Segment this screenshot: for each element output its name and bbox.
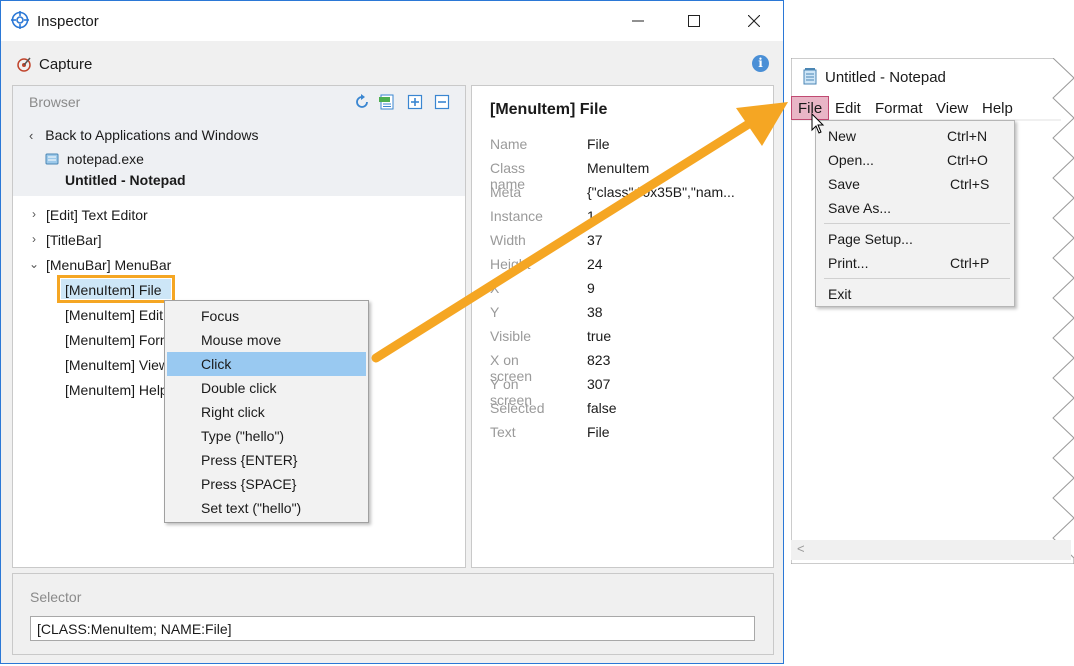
browser-title: Browser — [29, 94, 81, 110]
inspector-app-icon — [11, 11, 29, 29]
shortcut-label: Ctrl+N — [947, 128, 988, 144]
info-icon[interactable]: i — [752, 55, 769, 72]
menu-item-focus[interactable]: Focus — [167, 304, 366, 328]
selector-label: Selector — [30, 589, 82, 605]
file-menu-save-as[interactable]: Save As... — [828, 200, 891, 216]
maximize-icon — [688, 15, 700, 27]
selector-input[interactable] — [30, 616, 755, 641]
chevron-down-icon[interactable]: ⌄ — [29, 257, 39, 271]
tree-item-edit-menu[interactable]: [MenuItem] Edit — [65, 307, 163, 323]
annotation-arrow-icon — [371, 102, 788, 363]
title-bar: Inspector — [1, 1, 783, 41]
minimize-icon — [632, 20, 644, 22]
shortcut-label: Ctrl+P — [950, 255, 990, 271]
file-menu-print[interactable]: Print... — [828, 255, 868, 271]
chevron-right-icon[interactable]: › — [29, 207, 39, 221]
menu-item-mouse-move[interactable]: Mouse move — [167, 328, 366, 352]
context-menu: Focus Mouse move Click Double click Righ… — [164, 300, 369, 523]
file-menu-page-setup[interactable]: Page Setup... — [828, 231, 913, 247]
chevron-left-icon: ‹ — [29, 128, 34, 143]
shortcut-label: Ctrl+O — [947, 152, 988, 168]
menu-separator — [824, 278, 1010, 279]
notepad-title: Untitled - Notepad — [825, 69, 946, 86]
notepad-menu-help[interactable]: Help — [982, 100, 1013, 117]
back-label: Back to Applications and Windows — [45, 127, 259, 143]
window-label: Untitled - Notepad — [65, 172, 186, 188]
process-label: notepad.exe — [66, 151, 144, 167]
capture-icon[interactable] — [16, 56, 32, 72]
tree-item-view-menu[interactable]: [MenuItem] View — [65, 357, 169, 373]
capture-toolbar: Capture — [1, 41, 783, 81]
menu-item-type-hello[interactable]: Type ("hello") — [167, 424, 366, 448]
close-icon — [748, 15, 760, 27]
window-title: Inspector — [37, 13, 99, 30]
maximize-button[interactable] — [671, 1, 717, 41]
notepad-icon — [803, 68, 817, 85]
menu-item-click[interactable]: Click — [167, 352, 366, 376]
capture-button[interactable]: Capture — [39, 56, 92, 73]
mouse-cursor-icon — [811, 113, 825, 134]
tree-item-help-menu[interactable]: [MenuItem] Help — [65, 382, 168, 398]
notepad-exe-icon — [45, 153, 59, 165]
file-menu-exit[interactable]: Exit — [828, 286, 851, 302]
shortcut-label: Ctrl+S — [950, 176, 990, 192]
prop-value: false — [587, 400, 617, 416]
file-menu-open[interactable]: Open... — [828, 152, 874, 168]
back-link[interactable]: ‹ Back to Applications and Windows — [29, 127, 258, 143]
tree-label: [TitleBar] — [46, 232, 102, 248]
process-row: notepad.exe — [45, 151, 144, 167]
file-menu-new[interactable]: New — [828, 128, 856, 144]
scroll-left-icon[interactable]: < — [797, 541, 805, 556]
menu-item-press-enter[interactable]: Press {ENTER} — [167, 448, 366, 472]
menu-separator — [824, 223, 1010, 224]
menu-item-right-click[interactable]: Right click — [167, 400, 366, 424]
chevron-right-icon[interactable]: › — [29, 232, 39, 246]
menu-item-set-text[interactable]: Set text ("hello") — [167, 496, 366, 520]
notepad-menu-view[interactable]: View — [936, 100, 968, 117]
tree-label: [MenuBar] MenuBar — [46, 257, 172, 273]
notepad-menu-edit[interactable]: Edit — [835, 100, 861, 117]
tree-label: [Edit] Text Editor — [46, 207, 148, 223]
menu-item-press-space[interactable]: Press {SPACE} — [167, 472, 366, 496]
tree-item-file[interactable]: [MenuItem] File — [65, 282, 161, 298]
selector-panel: Selector — [12, 573, 774, 655]
menu-item-double-click[interactable]: Double click — [167, 376, 366, 400]
notepad-horizontal-scrollbar[interactable]: < — [791, 540, 1071, 560]
close-button[interactable] — [731, 1, 777, 41]
prop-key: Text — [490, 424, 516, 440]
prop-key: Selected — [490, 400, 545, 416]
file-menu-save[interactable]: Save — [828, 176, 860, 192]
notepad-menu-format[interactable]: Format — [875, 100, 923, 117]
notepad-file-menu: New Ctrl+N Open... Ctrl+O Save Ctrl+S Sa… — [815, 120, 1015, 307]
minimize-button[interactable] — [615, 1, 661, 41]
prop-value: File — [587, 424, 610, 440]
